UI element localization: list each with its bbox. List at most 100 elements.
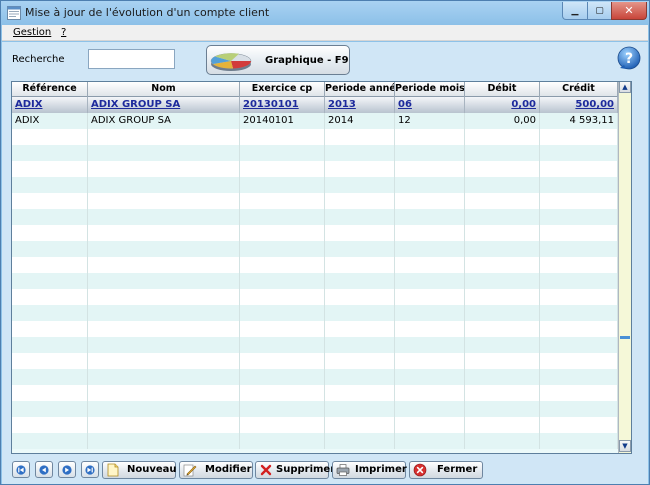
cell-nom xyxy=(88,337,240,353)
next-icon xyxy=(62,464,72,475)
minimize-icon: ▁ xyxy=(571,5,579,16)
maximize-button[interactable]: ▢ xyxy=(587,2,612,20)
empty-table-row[interactable] xyxy=(12,353,618,369)
cell-mois xyxy=(395,305,465,321)
graph-button[interactable]: Graphique - F9 xyxy=(206,45,350,75)
cell-annee xyxy=(325,321,395,337)
empty-table-row[interactable] xyxy=(12,337,618,353)
cell-reference xyxy=(12,337,88,353)
cell-annee xyxy=(325,129,395,145)
first-record-button[interactable] xyxy=(12,461,30,478)
cell-nom xyxy=(88,225,240,241)
cell-credit xyxy=(540,273,618,289)
cell-annee xyxy=(325,337,395,353)
cell-annee xyxy=(325,369,395,385)
table-row[interactable]: ADIX ADIX GROUP SA 20140101 2014 12 0,00 4 593… xyxy=(12,113,618,129)
empty-table-row[interactable] xyxy=(12,321,618,337)
empty-table-row[interactable] xyxy=(12,145,618,161)
empty-table-row[interactable] xyxy=(12,401,618,417)
column-header-credit[interactable]: Crédit xyxy=(540,82,618,97)
empty-table-row[interactable] xyxy=(12,417,618,433)
cell-annee xyxy=(325,401,395,417)
cell-debit xyxy=(465,273,540,289)
empty-table-row[interactable] xyxy=(12,209,618,225)
cell-annee xyxy=(325,273,395,289)
empty-table-row[interactable] xyxy=(12,161,618,177)
menu-help[interactable]: ? xyxy=(61,27,66,38)
empty-table-row[interactable] xyxy=(12,369,618,385)
cell-annee xyxy=(325,225,395,241)
empty-table-row[interactable] xyxy=(12,129,618,145)
empty-table-row[interactable] xyxy=(12,305,618,321)
cell-annee xyxy=(325,289,395,305)
cell-nom xyxy=(88,193,240,209)
cell-reference xyxy=(12,305,88,321)
last-record-button[interactable] xyxy=(81,461,99,478)
column-header-exercice[interactable]: Exercice cp xyxy=(240,82,325,97)
column-header-nom[interactable]: Nom xyxy=(88,82,240,97)
cell-nom xyxy=(88,417,240,433)
empty-table-row[interactable] xyxy=(12,273,618,289)
scrollbar-thumb[interactable] xyxy=(620,336,630,339)
previous-record-button[interactable] xyxy=(35,461,53,478)
scroll-up-button[interactable]: ▲ xyxy=(619,82,631,93)
vertical-scrollbar[interactable]: ▲ ▼ xyxy=(618,82,631,453)
empty-table-row[interactable] xyxy=(12,385,618,401)
cell-debit xyxy=(465,369,540,385)
cell-exercice xyxy=(240,433,325,449)
close-button[interactable]: ✕ xyxy=(611,2,647,20)
minimize-button[interactable]: ▁ xyxy=(562,2,588,20)
empty-table-row[interactable] xyxy=(12,193,618,209)
cell-mois xyxy=(395,193,465,209)
cell-mois xyxy=(395,401,465,417)
scroll-down-button[interactable]: ▼ xyxy=(619,440,631,452)
menu-gestion[interactable]: Gestion xyxy=(13,27,51,38)
column-header-reference[interactable]: Référence xyxy=(12,82,88,97)
column-header-debit[interactable]: Débit xyxy=(465,82,540,97)
cell-reference: ADIX xyxy=(12,97,88,113)
cell-debit xyxy=(465,289,540,305)
cell-exercice xyxy=(240,273,325,289)
cell-reference xyxy=(12,209,88,225)
cell-credit xyxy=(540,129,618,145)
empty-table-row[interactable] xyxy=(12,225,618,241)
help-icon[interactable]: ? xyxy=(616,46,642,72)
cell-nom xyxy=(88,385,240,401)
previous-icon xyxy=(39,464,49,475)
cell-exercice xyxy=(240,353,325,369)
cell-annee xyxy=(325,209,395,225)
cell-debit xyxy=(465,353,540,369)
cell-exercice xyxy=(240,417,325,433)
fermer-button[interactable]: Fermer xyxy=(409,461,483,479)
empty-table-row[interactable] xyxy=(12,177,618,193)
close-circle-icon xyxy=(413,463,427,477)
next-record-button[interactable] xyxy=(58,461,76,478)
table-row[interactable]: ADIX ADIX GROUP SA 20130101 2013 06 0,00 500,0… xyxy=(12,97,618,113)
cell-exercice xyxy=(240,129,325,145)
search-input[interactable] xyxy=(88,49,175,69)
cell-debit xyxy=(465,337,540,353)
cell-debit xyxy=(465,241,540,257)
menu-bar: Gestion ? xyxy=(2,25,648,41)
cell-debit xyxy=(465,129,540,145)
cell-reference xyxy=(12,353,88,369)
empty-table-row[interactable] xyxy=(12,433,618,449)
modifier-button[interactable]: Modifier xyxy=(179,461,253,479)
column-header-annee[interactable]: Periode année xyxy=(325,82,395,97)
column-header-mois[interactable]: Periode mois xyxy=(395,82,465,97)
cell-annee xyxy=(325,193,395,209)
title-bar[interactable]: Mise à jour de l'évolution d'un compte c… xyxy=(1,1,649,25)
grid-body: ADIX ADIX GROUP SA 20130101 2013 06 0,00 500,0… xyxy=(12,97,618,453)
empty-table-row[interactable] xyxy=(12,289,618,305)
cell-debit xyxy=(465,209,540,225)
empty-table-row[interactable] xyxy=(12,257,618,273)
supprimer-button[interactable]: Supprimer xyxy=(255,461,335,479)
cell-nom xyxy=(88,433,240,449)
nouveau-button[interactable]: Nouveau xyxy=(102,461,177,479)
data-grid: Référence Nom Exercice cp Periode année … xyxy=(11,81,632,454)
empty-table-row[interactable] xyxy=(12,241,618,257)
cell-exercice xyxy=(240,369,325,385)
cell-annee: 2014 xyxy=(325,113,395,129)
imprimer-button[interactable]: Imprimer xyxy=(332,461,407,479)
cell-reference xyxy=(12,385,88,401)
